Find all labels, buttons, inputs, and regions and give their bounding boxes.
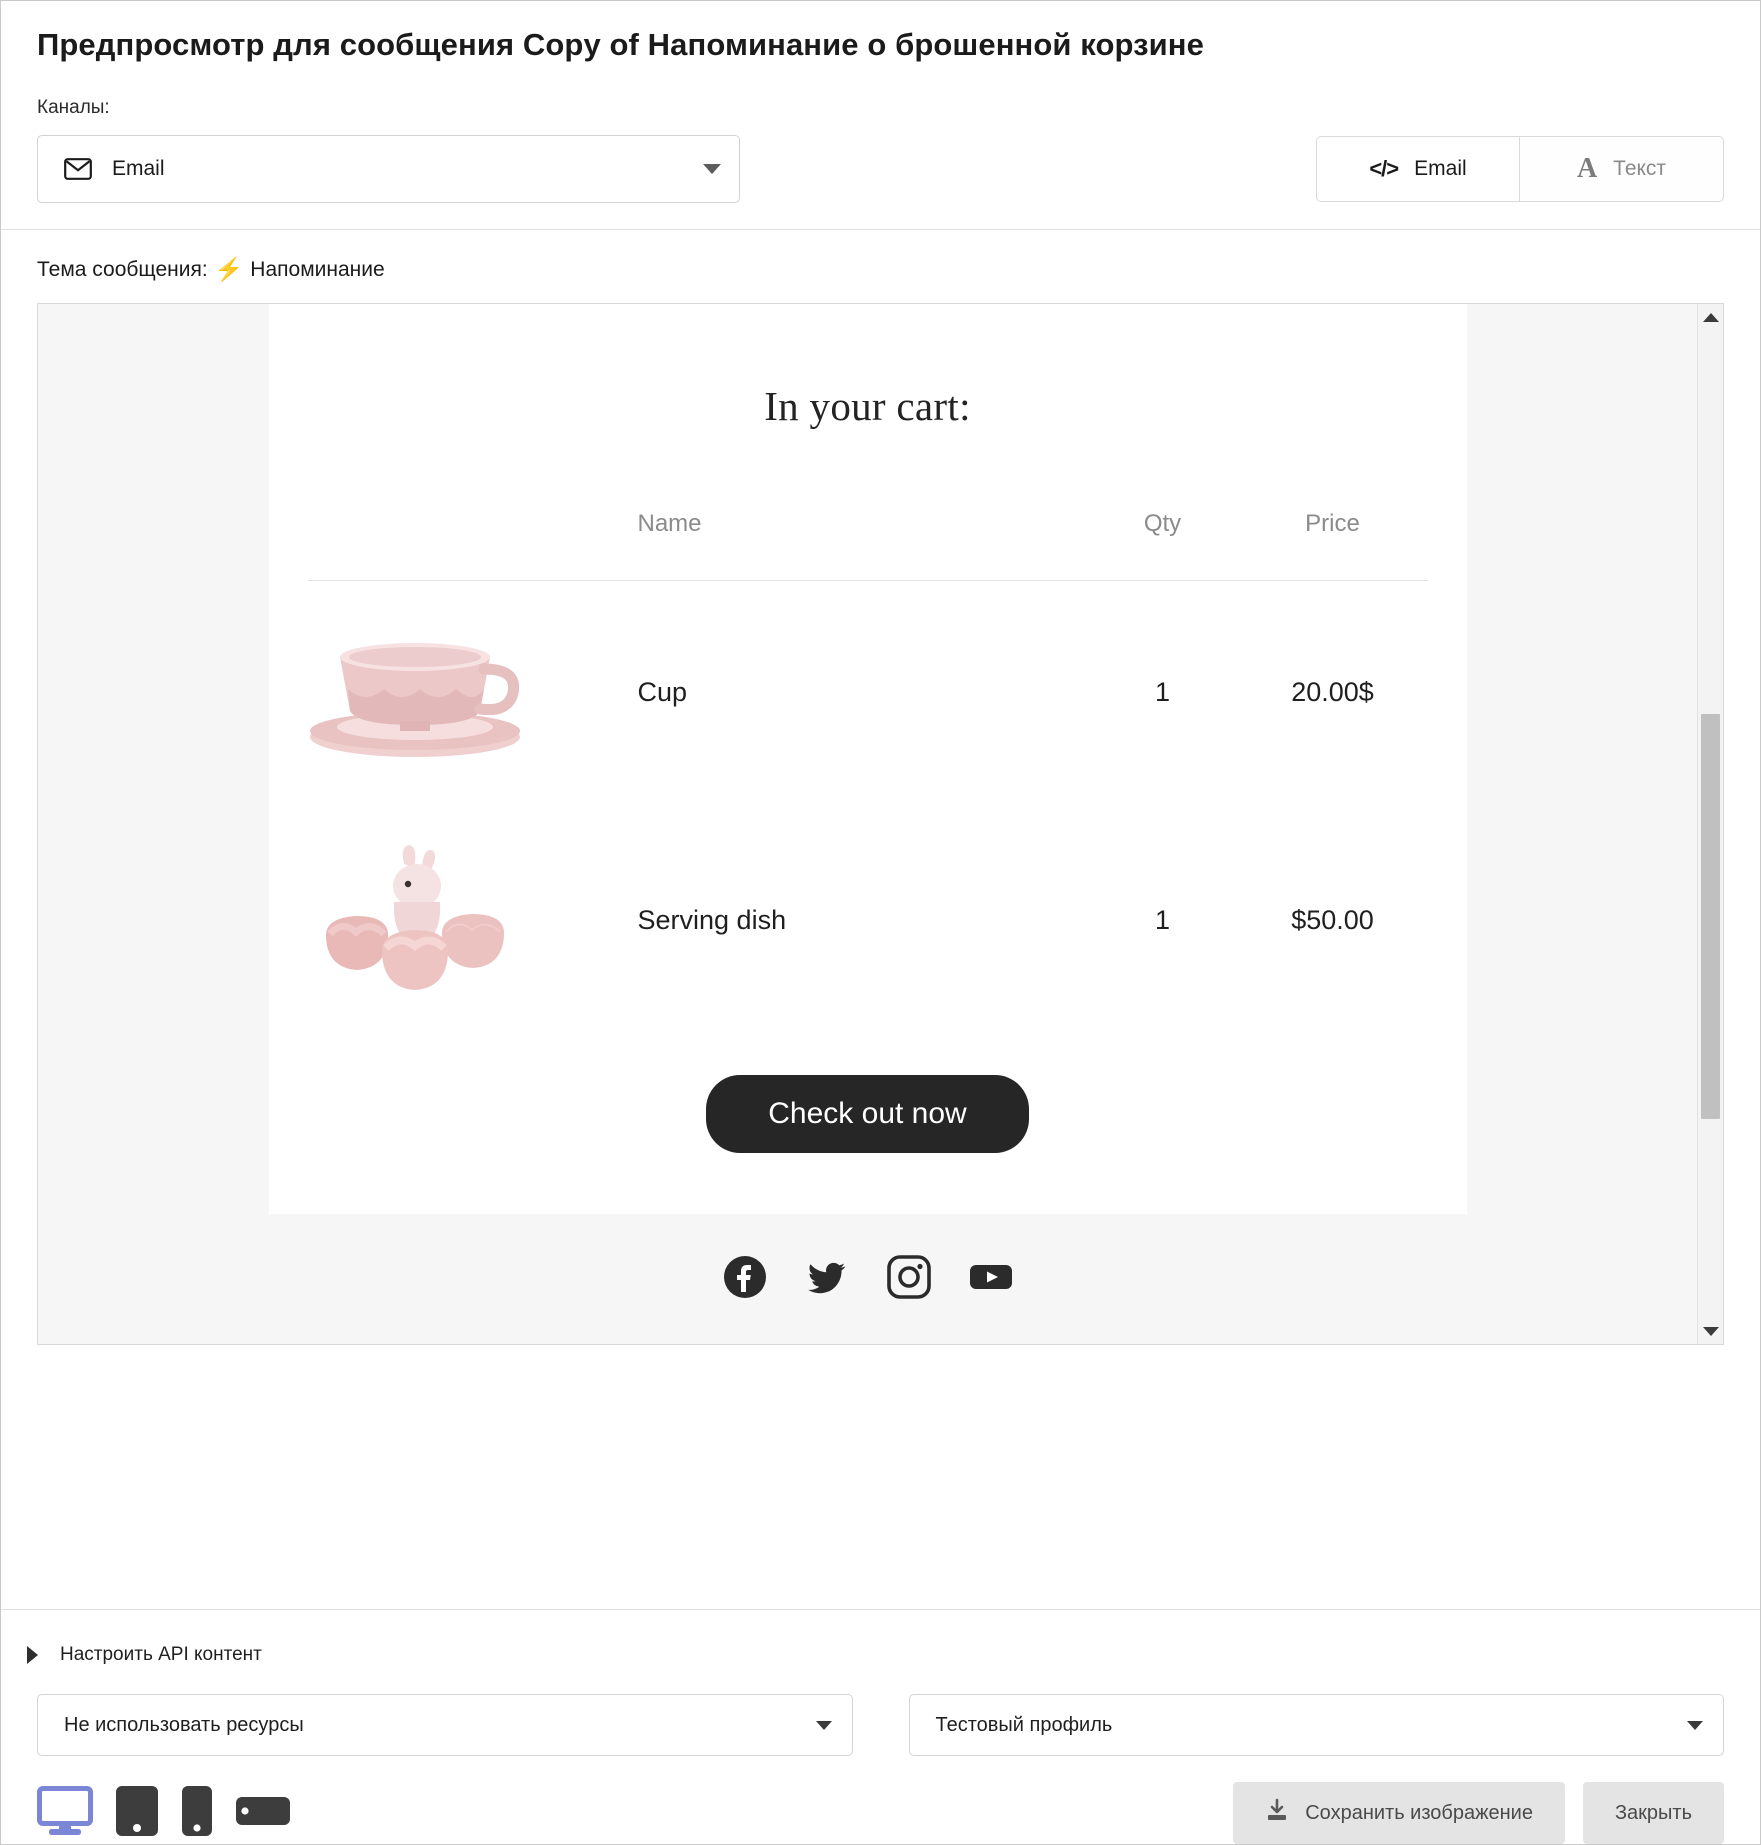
instagram-icon[interactable]	[886, 1254, 932, 1305]
close-button-label: Закрыть	[1614, 1801, 1692, 1824]
channel-select-value: Email	[112, 157, 165, 180]
triangle-right-icon	[27, 1646, 38, 1664]
tab-html-email-label: Email	[1414, 157, 1467, 180]
chevron-down-icon	[1687, 1720, 1703, 1730]
bolt-icon: ⚡	[214, 256, 244, 282]
scroll-up-button[interactable]	[1702, 304, 1719, 330]
resource-select[interactable]: Не использовать ресурсы	[37, 1694, 853, 1756]
preview-scrollbar[interactable]	[1697, 304, 1723, 1344]
pink-bunny-serving-dish-image	[308, 845, 523, 998]
tab-plain-text[interactable]: A Текст	[1520, 136, 1724, 202]
subject-label: Тема сообщения:	[37, 257, 208, 281]
product-price: 20.00$	[1291, 677, 1374, 707]
product-image-cell	[308, 804, 638, 1037]
tab-html-email[interactable]: </> Email	[1316, 136, 1520, 202]
profile-select-value: Тестовый профиль	[935, 1713, 1113, 1736]
save-image-label: Сохранить изображение	[1305, 1801, 1533, 1824]
device-tablet-icon[interactable]	[115, 1785, 159, 1842]
profile-select[interactable]: Тестовый профиль	[908, 1694, 1724, 1756]
api-selects-row: Не использовать ресурсы Тестовый профиль	[1, 1666, 1760, 1756]
checkout-button[interactable]: Check out now	[706, 1075, 1029, 1153]
email-preview-canvas: In your cart: Name Qty Price Cup 1 20.00…	[38, 304, 1697, 1344]
col-image	[307, 510, 638, 581]
preview-modal: Предпросмотр для сообщения Copy of Напом…	[0, 0, 1761, 1845]
col-name: Name	[637, 510, 1088, 581]
footer-row: Сохранить изображение Закрыть	[1, 1756, 1760, 1844]
device-mobile-landscape-icon[interactable]	[235, 1793, 291, 1834]
cta-wrapper: Check out now	[269, 1075, 1467, 1209]
device-mobile-icon[interactable]	[181, 1785, 213, 1842]
device-preview-switcher	[37, 1785, 291, 1842]
youtube-icon[interactable]	[968, 1254, 1014, 1305]
scrollbar-thumb[interactable]	[1701, 714, 1720, 1119]
letter-a-icon: A	[1576, 153, 1598, 184]
col-qty: Qty	[1087, 510, 1238, 581]
subject-value: Напоминание	[250, 257, 385, 281]
table-row: Cup 1 20.00$	[308, 581, 1428, 805]
caret-down-icon	[1702, 1326, 1719, 1336]
channel-select[interactable]: Email	[37, 135, 740, 203]
footer-section: Настроить API контент Не использовать ре…	[1, 1609, 1760, 1844]
channels-label: Каналы:	[37, 97, 110, 118]
page-title: Предпросмотр для сообщения Copy of Напом…	[37, 27, 1204, 62]
channel-section: Каналы: Email </> Email A Текст	[1, 63, 1760, 230]
product-qty: 1	[1154, 905, 1171, 935]
cart-table-header-row: Name Qty Price	[307, 510, 1428, 581]
twitter-icon[interactable]	[804, 1254, 850, 1305]
download-icon	[1265, 1798, 1289, 1828]
footer-actions: Сохранить изображение Закрыть	[1233, 1782, 1724, 1844]
social-links	[268, 1214, 1467, 1305]
email-heading: In your cart:	[764, 383, 971, 429]
view-toggle-group: </> Email A Текст	[1316, 136, 1724, 202]
chevron-down-icon	[703, 164, 721, 174]
save-image-button[interactable]: Сохранить изображение	[1233, 1782, 1565, 1844]
product-qty: 1	[1154, 677, 1171, 707]
title-bar: Предпросмотр для сообщения Copy of Напом…	[1, 1, 1760, 63]
scroll-down-button[interactable]	[1702, 1318, 1719, 1344]
resource-select-value: Не использовать ресурсы	[64, 1713, 304, 1736]
email-preview-frame: In your cart: Name Qty Price Cup 1 20.00…	[37, 303, 1724, 1345]
mail-icon	[64, 158, 92, 180]
close-button[interactable]: Закрыть	[1582, 1782, 1724, 1844]
table-row: Serving dish 1 $50.00	[308, 804, 1428, 1037]
subject-line: Тема сообщения: ⚡ Напоминание	[1, 230, 1760, 303]
product-name: Cup	[637, 677, 688, 707]
product-image-cell	[308, 581, 638, 805]
cart-table: Name Qty Price Cup 1 20.00$ Serving dish…	[307, 510, 1428, 1037]
code-icon: </>	[1369, 156, 1399, 181]
email-body: In your cart: Name Qty Price Cup 1 20.00…	[268, 304, 1467, 1214]
channel-row: Email </> Email A Текст	[37, 135, 1724, 203]
pink-teacup-image	[308, 643, 523, 765]
col-price: Price	[1237, 510, 1428, 581]
chevron-down-icon	[815, 1720, 832, 1730]
product-name: Serving dish	[637, 905, 787, 935]
facebook-icon[interactable]	[722, 1254, 768, 1305]
device-desktop-icon[interactable]	[37, 1785, 93, 1841]
api-content-toggle-label: Настроить API контент	[60, 1644, 262, 1665]
api-content-toggle[interactable]: Настроить API контент	[1, 1610, 1760, 1666]
product-price: $50.00	[1291, 905, 1374, 935]
caret-up-icon	[1702, 312, 1719, 322]
tab-plain-text-label: Текст	[1613, 157, 1667, 180]
